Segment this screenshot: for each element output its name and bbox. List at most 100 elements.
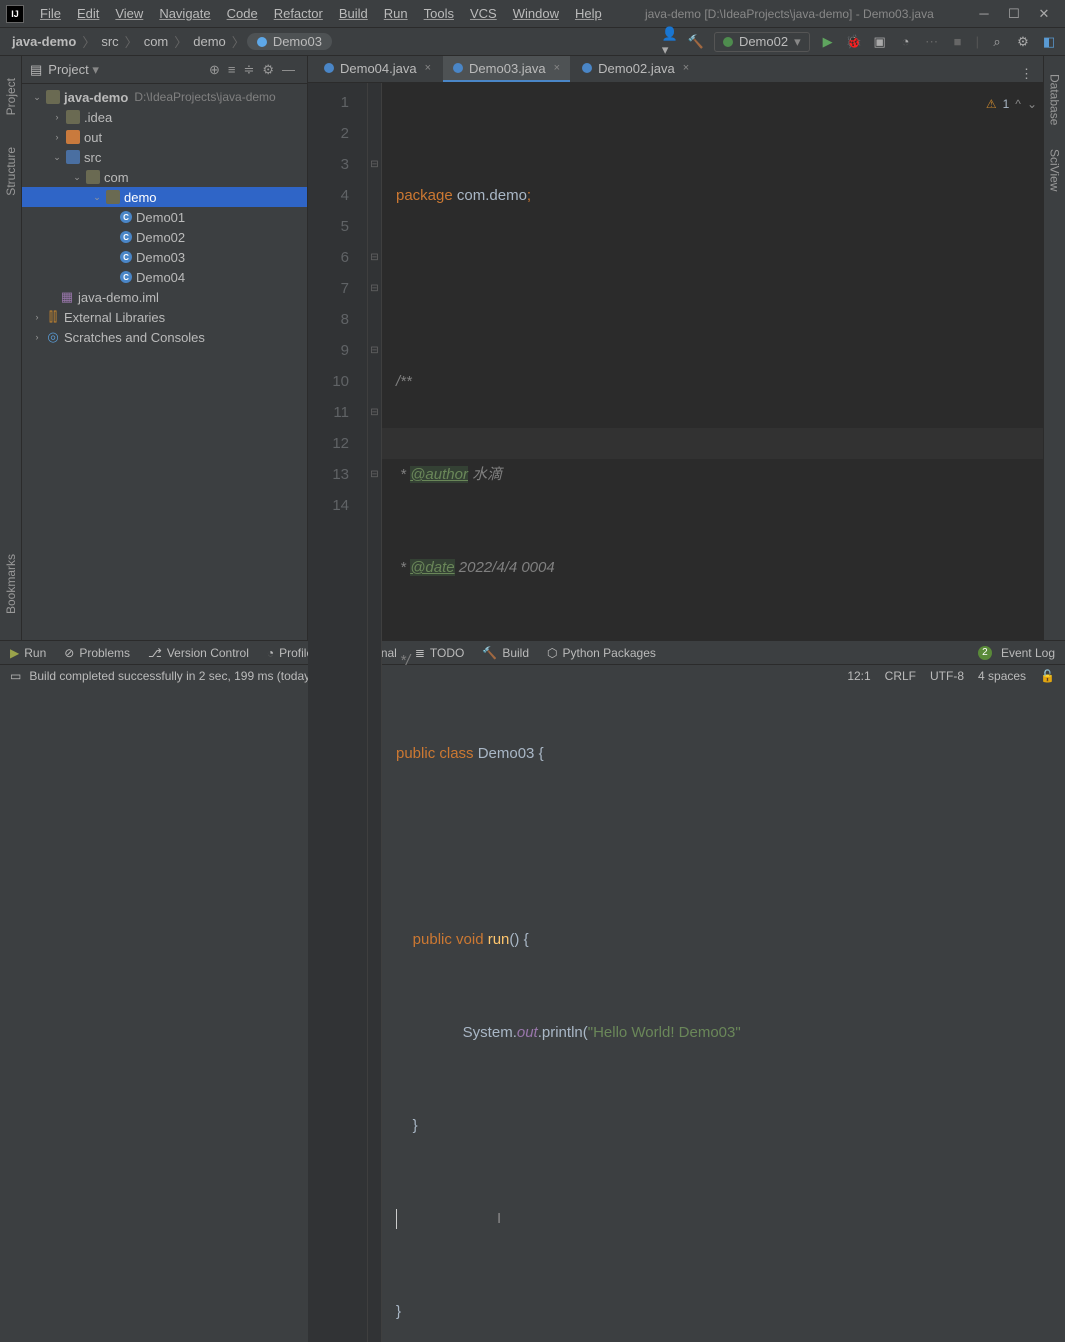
hide-panel-icon[interactable]: —: [282, 62, 295, 77]
project-panel: ▤ Project ▾ ⊕ ≡ ≑ ⚙ — ⌄java-demoD:\IdeaP…: [22, 56, 308, 640]
crumb-last[interactable]: Demo03: [247, 33, 332, 50]
crumb-2[interactable]: com: [140, 34, 173, 49]
select-opened-icon[interactable]: ⊕: [209, 62, 220, 78]
close-button[interactable]: ✕: [1029, 6, 1059, 22]
tree-src[interactable]: ⌄src: [22, 147, 307, 167]
vcs-icon: ⎇: [148, 646, 162, 660]
close-tab-icon[interactable]: ×: [554, 62, 560, 74]
title-bar: IJ File Edit View Navigate Code Refactor…: [0, 0, 1065, 28]
package-icon: [86, 170, 100, 184]
editor-area: Demo04.java× Demo03.java× Demo02.java× ⋮…: [308, 56, 1043, 640]
inspections-widget[interactable]: ⚠1 ^ ⌄: [986, 89, 1037, 120]
tool-structure[interactable]: Structure: [4, 147, 18, 196]
crumb-3[interactable]: demo: [189, 34, 230, 49]
menu-run[interactable]: Run: [376, 4, 416, 23]
window-title: java-demo [D:\IdeaProjects\java-demo] - …: [610, 7, 969, 21]
tabs-more-icon[interactable]: ⋮: [1020, 66, 1033, 82]
folder-icon: [66, 130, 80, 144]
project-panel-title[interactable]: Project ▾: [48, 62, 205, 78]
class-icon: [582, 63, 592, 73]
tree-file-3[interactable]: CDemo04: [22, 267, 307, 287]
collapse-all-icon[interactable]: ≑: [243, 62, 254, 78]
tool-database[interactable]: Database: [1048, 74, 1062, 125]
maximize-button[interactable]: ☐: [999, 6, 1029, 22]
menu-tools[interactable]: Tools: [416, 4, 462, 23]
panel-settings-icon[interactable]: ⚙: [262, 62, 274, 78]
expand-all-icon[interactable]: ≡: [228, 62, 236, 77]
stop-button[interactable]: ■: [950, 34, 966, 50]
tool-sciview[interactable]: SciView: [1048, 149, 1062, 191]
minimize-button[interactable]: ─: [969, 6, 999, 21]
tree-file-1[interactable]: CDemo02: [22, 227, 307, 247]
user-icon[interactable]: 👤▾: [662, 34, 678, 50]
class-icon: C: [120, 251, 132, 263]
bottom-run[interactable]: ▶Run: [10, 646, 46, 660]
tab-demo03[interactable]: Demo03.java×: [443, 56, 570, 82]
debug-button[interactable]: 🐞: [846, 34, 862, 50]
bottom-version-control[interactable]: ⎇Version Control: [148, 646, 249, 660]
breadcrumb-bar: java-demo〉 src〉 com〉 demo〉 Demo03 👤▾ 🔨 D…: [0, 28, 1065, 56]
profiler-icon: ◔: [267, 646, 274, 660]
src-folder-icon: [66, 150, 80, 164]
tree-idea[interactable]: ›.idea: [22, 107, 307, 127]
app-logo-icon: IJ: [6, 5, 24, 23]
coverage-button[interactable]: ▣: [872, 34, 888, 50]
tree-iml[interactable]: ▦java-demo.iml: [22, 287, 307, 307]
project-tree[interactable]: ⌄java-demoD:\IdeaProjects\java-demo ›.id…: [22, 84, 307, 640]
scratches-icon: ◎: [46, 330, 60, 344]
attach-button[interactable]: ⋯: [924, 34, 940, 50]
module-icon: [46, 90, 60, 104]
menu-edit[interactable]: Edit: [69, 4, 107, 23]
class-icon: [324, 63, 334, 73]
class-icon: [257, 37, 267, 47]
menu-navigate[interactable]: Navigate: [151, 4, 218, 23]
run-config-selector[interactable]: Demo02 ▾: [714, 32, 810, 52]
tree-file-2[interactable]: CDemo03: [22, 247, 307, 267]
line-gutter[interactable]: 1234567891011121314: [308, 83, 368, 1342]
menu-refactor[interactable]: Refactor: [266, 4, 331, 23]
crumb-0[interactable]: java-demo: [8, 34, 80, 49]
ide-updates-icon[interactable]: ◧: [1041, 34, 1057, 50]
text-caret: [396, 1209, 397, 1229]
code-text[interactable]: package com.demo; /** * @author 水滴 * @da…: [382, 83, 1043, 1342]
bottom-problems[interactable]: ⊘Problems: [64, 646, 130, 660]
close-tab-icon[interactable]: ×: [425, 62, 431, 74]
problems-icon: ⊘: [64, 646, 74, 660]
tool-bookmarks[interactable]: Bookmarks: [4, 554, 18, 614]
menu-window[interactable]: Window: [505, 4, 567, 23]
crumb-1[interactable]: src: [97, 34, 122, 49]
libraries-icon: ⫿⫿: [46, 310, 60, 324]
project-panel-header: ▤ Project ▾ ⊕ ≡ ≑ ⚙ —: [22, 56, 307, 84]
tree-scratches[interactable]: ›◎Scratches and Consoles: [22, 327, 307, 347]
profile-button[interactable]: ◔: [898, 34, 914, 50]
menu-code[interactable]: Code: [219, 4, 266, 23]
run-button[interactable]: ▶: [820, 34, 836, 50]
tree-root[interactable]: ⌄java-demoD:\IdeaProjects\java-demo: [22, 87, 307, 107]
close-tab-icon[interactable]: ×: [683, 62, 689, 74]
run-icon: ▶: [10, 646, 19, 660]
iml-icon: ▦: [60, 290, 74, 304]
menu-view[interactable]: View: [107, 4, 151, 23]
settings-icon[interactable]: ⚙: [1015, 34, 1031, 50]
tab-demo04[interactable]: Demo04.java×: [314, 56, 441, 82]
main-area: Project Structure Bookmarks ▤ Project ▾ …: [0, 56, 1065, 640]
build-icon[interactable]: 🔨: [688, 34, 704, 50]
tree-demo[interactable]: ⌄demo: [22, 187, 307, 207]
search-icon[interactable]: ⌕: [989, 34, 1005, 50]
menu-vcs[interactable]: VCS: [462, 4, 505, 23]
menu-help[interactable]: Help: [567, 4, 610, 23]
code-editor[interactable]: 1234567891011121314 ⊟ ⊟⊟ ⊟ ⊟ ⊟ package c…: [308, 83, 1043, 1342]
tree-external[interactable]: ›⫿⫿External Libraries: [22, 307, 307, 327]
menu-file[interactable]: File: [32, 4, 69, 23]
tree-file-0[interactable]: CDemo01: [22, 207, 307, 227]
class-icon: C: [120, 211, 132, 223]
menu-build[interactable]: Build: [331, 4, 376, 23]
tree-com[interactable]: ⌄com: [22, 167, 307, 187]
right-tool-strip: Database SciView: [1043, 56, 1065, 640]
tool-project[interactable]: Project: [4, 78, 18, 115]
fold-gutter[interactable]: ⊟ ⊟⊟ ⊟ ⊟ ⊟: [368, 83, 382, 1342]
tree-out[interactable]: ›out: [22, 127, 307, 147]
tab-demo02[interactable]: Demo02.java×: [572, 56, 699, 82]
folder-icon: [66, 110, 80, 124]
run-config-icon: [723, 37, 733, 47]
